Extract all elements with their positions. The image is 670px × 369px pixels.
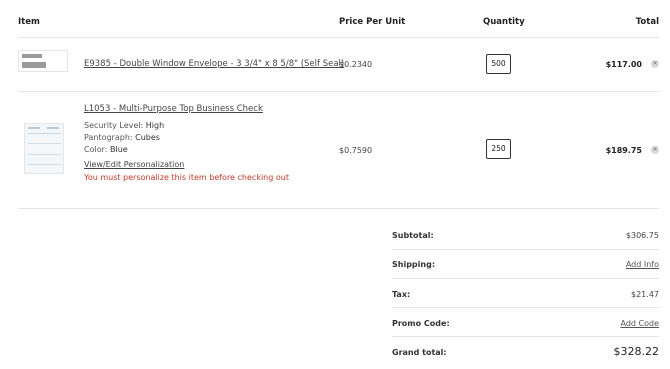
promo-code-label: Promo Code: <box>392 319 450 328</box>
close-icon[interactable]: ✕ <box>651 60 659 68</box>
summary-divider <box>392 249 659 250</box>
attribute-security-level: Security Level: High <box>84 121 164 130</box>
summary-divider <box>392 336 659 337</box>
check-preview-icon <box>28 127 40 129</box>
tax-value: $21.47 <box>631 290 659 299</box>
shipping-add-info-link[interactable]: Add Info <box>626 260 659 269</box>
close-icon[interactable]: ✕ <box>651 146 659 154</box>
unit-price: $0.7590 <box>339 146 373 155</box>
product-link[interactable]: L1053 - Multi-Purpose Top Business Check <box>84 104 263 114</box>
attribute-value: Blue <box>110 145 128 154</box>
attribute-value: High <box>145 121 165 130</box>
personalize-link[interactable]: View/Edit Personalization <box>84 160 184 169</box>
line-total: $189.75 <box>605 146 642 155</box>
attribute-label: Security Level: <box>84 121 144 130</box>
personalize-warning: You must personalize this item before ch… <box>84 173 289 182</box>
column-header-price: Price Per Unit <box>339 17 406 27</box>
row-divider <box>18 208 659 209</box>
envelope-window-icon <box>22 62 46 68</box>
product-link[interactable]: E9385 - Double Window Envelope - 3 3/4" … <box>84 59 344 69</box>
summary-divider <box>392 278 659 279</box>
tax-label: Tax: <box>392 290 411 299</box>
product-thumbnail[interactable] <box>24 123 64 174</box>
check-preview-icon <box>28 164 61 165</box>
attribute-value: Cubes <box>135 133 160 142</box>
unit-price: $0.2340 <box>339 60 373 69</box>
summary-divider <box>392 307 659 308</box>
product-thumbnail[interactable] <box>18 50 68 72</box>
attribute-label: Pantograph: <box>84 133 133 142</box>
quantity-input[interactable]: 250 <box>486 139 511 159</box>
check-preview-icon <box>28 133 61 134</box>
subtotal-label: Subtotal: <box>392 231 434 240</box>
attribute-color: Color: Blue <box>84 145 128 154</box>
attribute-label: Color: <box>84 145 108 154</box>
quantity-input[interactable]: 500 <box>486 54 511 74</box>
check-preview-icon <box>28 154 61 155</box>
promo-add-code-link[interactable]: Add Code <box>620 319 659 328</box>
column-header-total: Total <box>635 17 659 27</box>
check-preview-icon <box>28 143 61 144</box>
check-preview-icon <box>47 127 59 129</box>
grand-total-label: Grand total: <box>392 348 447 357</box>
header-divider <box>18 37 659 38</box>
grand-total-value: $328.22 <box>613 345 660 358</box>
row-divider <box>18 91 659 92</box>
subtotal-value: $306.75 <box>625 231 659 240</box>
column-header-quantity: Quantity <box>483 17 525 27</box>
column-header-item: Item <box>18 17 40 27</box>
line-total: $117.00 <box>605 60 642 69</box>
envelope-window-icon <box>22 54 42 58</box>
shipping-label: Shipping: <box>392 260 436 269</box>
attribute-pantograph: Pantograph: Cubes <box>84 133 160 142</box>
